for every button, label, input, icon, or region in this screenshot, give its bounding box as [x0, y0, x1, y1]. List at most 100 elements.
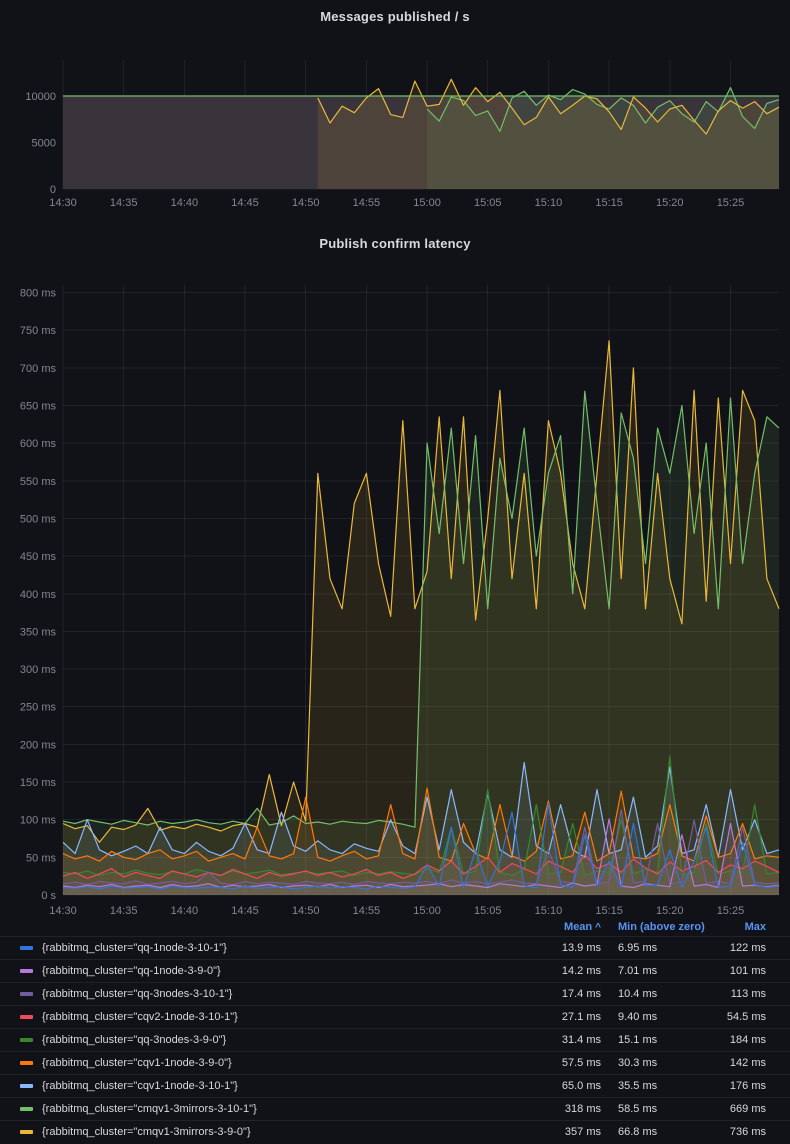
legend-row[interactable]: {rabbitmq_cluster="cmqv1-3mirrors-3-10-1… — [0, 1097, 790, 1120]
legend-mean-value: 13.9 ms — [528, 942, 618, 954]
legend-min-value: 6.95 ms — [618, 942, 718, 954]
legend-max-value: 669 ms — [718, 1103, 766, 1115]
series-label[interactable]: {rabbitmq_cluster="qq-3nodes-3-9-0"} — [0, 1034, 528, 1046]
svg-text:50 ms: 50 ms — [26, 852, 56, 864]
svg-text:15:00: 15:00 — [413, 905, 441, 917]
svg-text:650 ms: 650 ms — [20, 400, 57, 412]
series-color-swatch — [20, 1038, 33, 1042]
legend-max-value: 101 ms — [718, 965, 766, 977]
series-label[interactable]: {rabbitmq_cluster="cqv1-1node-3-10-1"} — [0, 1080, 528, 1092]
series-label[interactable]: {rabbitmq_cluster="qq-1node-3-10-1"} — [0, 942, 528, 954]
series-label-text: {rabbitmq_cluster="cmqv1-3mirrors-3-10-1… — [42, 1103, 257, 1115]
svg-text:14:40: 14:40 — [171, 905, 199, 917]
legend-row[interactable]: {rabbitmq_cluster="qq-1node-3-10-1"} 13.… — [0, 936, 790, 959]
legend-header-mean[interactable]: Mean^ — [528, 921, 618, 933]
series-color-swatch — [20, 969, 33, 973]
svg-text:15:15: 15:15 — [595, 905, 623, 917]
series-label[interactable]: {rabbitmq_cluster="cqv2-1node-3-10-1"} — [0, 1011, 528, 1023]
svg-text:15:05: 15:05 — [474, 905, 502, 917]
legend-mean-value: 14.2 ms — [528, 965, 618, 977]
series-label-text: {rabbitmq_cluster="qq-1node-3-9-0"} — [42, 965, 221, 977]
series-label-text: {rabbitmq_cluster="qq-3nodes-3-9-0"} — [42, 1034, 226, 1046]
series-color-swatch — [20, 1130, 33, 1134]
svg-text:300 ms: 300 ms — [20, 664, 57, 676]
svg-text:350 ms: 350 ms — [20, 626, 57, 638]
grafana-dashboard: { "panels": [ { "title": "Messages publi… — [0, 0, 790, 1144]
legend-max-value: 122 ms — [718, 942, 766, 954]
legend-min-value: 10.4 ms — [618, 988, 718, 1000]
svg-text:500 ms: 500 ms — [20, 513, 57, 525]
legend-row[interactable]: {rabbitmq_cluster="qq-3nodes-3-9-0"} 31.… — [0, 1028, 790, 1051]
series-color-swatch — [20, 1084, 33, 1088]
messages-published-chart[interactable]: 050001000014:3014:3514:4014:4514:5014:55… — [0, 0, 790, 215]
legend-mean-value: 17.4 ms — [528, 988, 618, 1000]
series-label[interactable]: {rabbitmq_cluster="cmqv1-3mirrors-3-9-0"… — [0, 1126, 528, 1138]
series-label-text: {rabbitmq_cluster="cqv1-1node-3-9-0"} — [42, 1057, 232, 1069]
series-label[interactable]: {rabbitmq_cluster="qq-3nodes-3-10-1"} — [0, 988, 528, 1000]
legend-mean-value: 357 ms — [528, 1126, 618, 1138]
legend-min-value: 66.8 ms — [618, 1126, 718, 1138]
svg-text:15:00: 15:00 — [413, 197, 441, 209]
legend-max-value: 736 ms — [718, 1126, 766, 1138]
series-color-swatch — [20, 1061, 33, 1065]
legend-row[interactable]: {rabbitmq_cluster="qq-3nodes-3-10-1"} 17… — [0, 982, 790, 1005]
legend-row[interactable]: {rabbitmq_cluster="qq-1node-3-9-0"} 14.2… — [0, 959, 790, 982]
svg-text:14:50: 14:50 — [292, 905, 320, 917]
legend-mean-value: 27.1 ms — [528, 1011, 618, 1023]
svg-text:150 ms: 150 ms — [20, 777, 57, 789]
series-label-text: {rabbitmq_cluster="cqv1-1node-3-10-1"} — [42, 1080, 238, 1092]
series-label[interactable]: {rabbitmq_cluster="cqv1-1node-3-9-0"} — [0, 1057, 528, 1069]
legend-mean-value: 57.5 ms — [528, 1057, 618, 1069]
svg-text:700 ms: 700 ms — [20, 363, 57, 375]
series-label-text: {rabbitmq_cluster="qq-1node-3-10-1"} — [42, 942, 227, 954]
svg-text:100 ms: 100 ms — [20, 815, 57, 827]
svg-text:15:15: 15:15 — [595, 197, 623, 209]
legend-mean-value: 318 ms — [528, 1103, 618, 1115]
svg-text:550 ms: 550 ms — [20, 476, 57, 488]
svg-text:400 ms: 400 ms — [20, 589, 57, 601]
legend-row[interactable]: {rabbitmq_cluster="cqv2-1node-3-10-1"} 2… — [0, 1005, 790, 1028]
legend-header-min[interactable]: Min (above zero) — [618, 921, 718, 933]
legend-min-value: 7.01 ms — [618, 965, 718, 977]
series-color-swatch — [20, 946, 33, 950]
sort-asc-icon: ^ — [595, 922, 601, 933]
legend-row[interactable]: {rabbitmq_cluster="cqv1-1node-3-9-0"} 57… — [0, 1051, 790, 1074]
legend-row[interactable]: {rabbitmq_cluster="cqv1-1node-3-10-1"} 6… — [0, 1074, 790, 1097]
legend-mean-value: 65.0 ms — [528, 1080, 618, 1092]
series-label-text: {rabbitmq_cluster="cqv2-1node-3-10-1"} — [42, 1011, 238, 1023]
legend-mean-value: 31.4 ms — [528, 1034, 618, 1046]
legend-min-value: 9.40 ms — [618, 1011, 718, 1023]
svg-text:450 ms: 450 ms — [20, 551, 57, 563]
svg-text:14:40: 14:40 — [171, 197, 199, 209]
svg-text:10000: 10000 — [25, 91, 56, 103]
svg-text:15:20: 15:20 — [656, 905, 684, 917]
svg-text:15:05: 15:05 — [474, 197, 502, 209]
series-label[interactable]: {rabbitmq_cluster="qq-1node-3-9-0"} — [0, 965, 528, 977]
series-label-text: {rabbitmq_cluster="qq-3nodes-3-10-1"} — [42, 988, 232, 1000]
series-label-text: {rabbitmq_cluster="cmqv1-3mirrors-3-9-0"… — [42, 1126, 251, 1138]
svg-text:14:35: 14:35 — [110, 905, 138, 917]
legend-max-value: 176 ms — [718, 1080, 766, 1092]
publish-confirm-latency-chart[interactable]: 0 s50 ms100 ms150 ms200 ms250 ms300 ms35… — [0, 230, 790, 918]
legend-row[interactable]: {rabbitmq_cluster="cmqv1-3mirrors-3-9-0"… — [0, 1120, 790, 1143]
legend-max-value: 142 ms — [718, 1057, 766, 1069]
svg-text:15:25: 15:25 — [717, 905, 745, 917]
svg-text:200 ms: 200 ms — [20, 739, 57, 751]
svg-text:14:35: 14:35 — [110, 197, 138, 209]
series-label[interactable]: {rabbitmq_cluster="cmqv1-3mirrors-3-10-1… — [0, 1103, 528, 1115]
svg-text:14:45: 14:45 — [231, 197, 259, 209]
svg-text:750 ms: 750 ms — [20, 325, 57, 337]
svg-text:14:30: 14:30 — [49, 197, 77, 209]
series-color-swatch — [20, 1107, 33, 1111]
svg-text:14:45: 14:45 — [231, 905, 259, 917]
legend-max-value: 184 ms — [718, 1034, 766, 1046]
legend-table: Mean^ Min (above zero) Max {rabbitmq_clu… — [0, 918, 790, 1143]
series-color-swatch — [20, 1015, 33, 1019]
svg-text:5000: 5000 — [32, 137, 56, 149]
svg-text:15:20: 15:20 — [656, 197, 684, 209]
legend-max-value: 54.5 ms — [718, 1011, 766, 1023]
legend-max-value: 113 ms — [718, 988, 766, 1000]
legend-header-max[interactable]: Max — [718, 921, 766, 933]
legend-header-row: Mean^ Min (above zero) Max — [0, 918, 790, 936]
svg-text:14:55: 14:55 — [353, 905, 381, 917]
